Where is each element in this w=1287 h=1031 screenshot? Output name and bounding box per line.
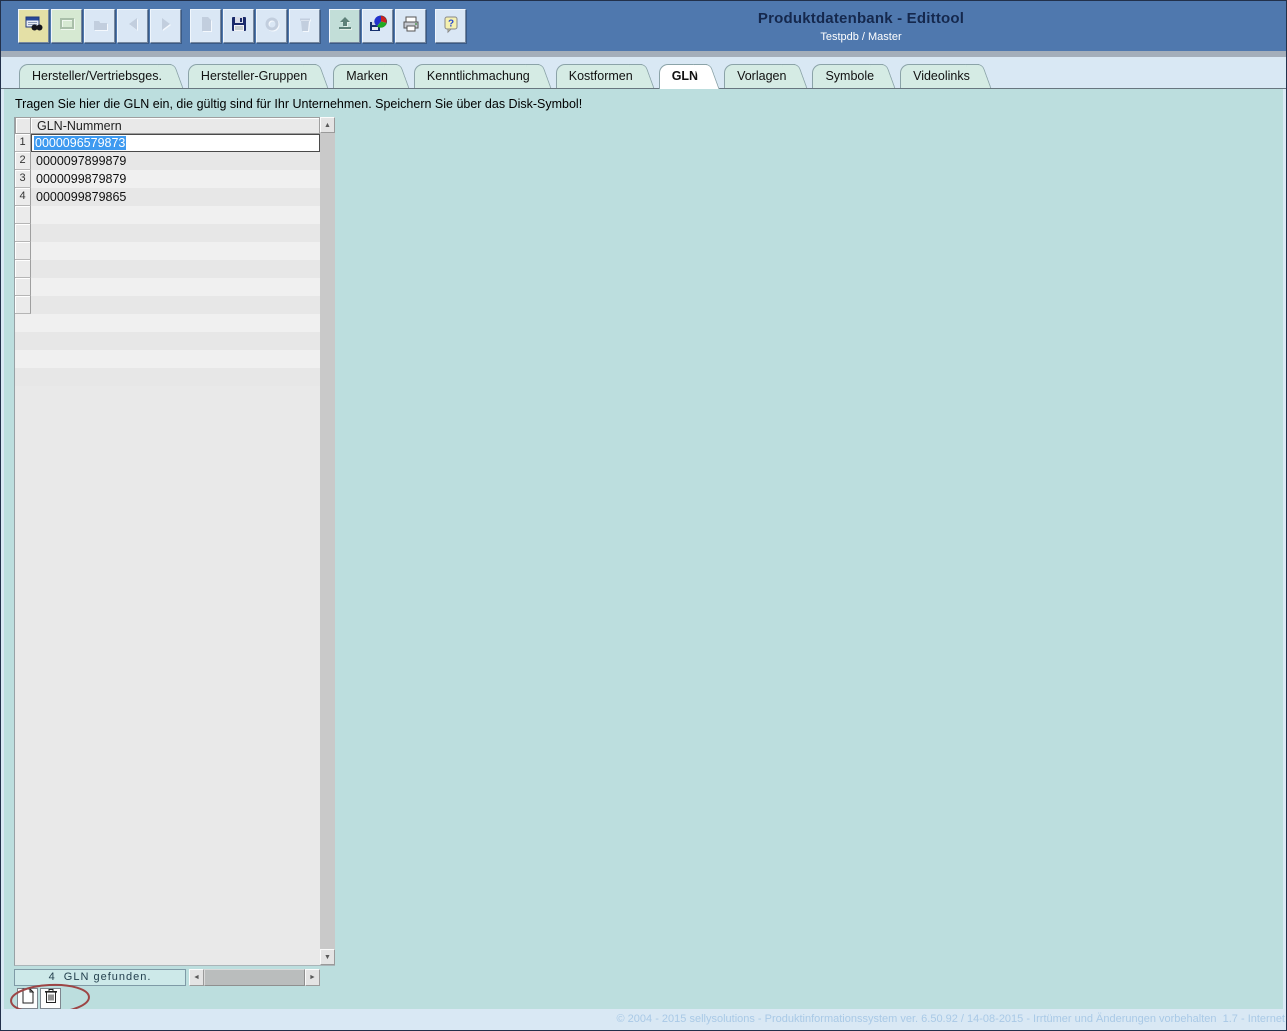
app-subtitle: Testpdb / Master xyxy=(621,31,1101,43)
search-window-icon xyxy=(24,14,44,39)
svg-text:?: ? xyxy=(447,18,453,29)
tab-bar: Hersteller/Vertriebsges. Hersteller-Grup… xyxy=(1,57,1286,89)
gln-cell[interactable]: 0000099879879 xyxy=(31,170,320,188)
empty-table-row[interactable] xyxy=(15,242,320,260)
save-colors-button[interactable] xyxy=(362,9,393,43)
add-row-button[interactable] xyxy=(17,988,38,1009)
tab-kostformen[interactable]: Kostformen xyxy=(556,64,642,88)
toolbar: ? xyxy=(18,9,468,43)
table-row[interactable]: 4 0000099879865 xyxy=(15,188,320,206)
table-row[interactable]: 1 0000096579873 xyxy=(15,134,320,152)
save-button[interactable] xyxy=(223,9,254,43)
scroll-down-button[interactable]: ▼ xyxy=(320,949,335,965)
new-document-icon xyxy=(196,14,216,39)
back-arrow-icon xyxy=(123,14,143,39)
row-number[interactable]: 1 xyxy=(15,134,31,152)
table-row[interactable]: 2 0000097899879 xyxy=(15,152,320,170)
vertical-scrollbar[interactable]: ▲ ▼ xyxy=(320,117,335,965)
help-icon: ? xyxy=(441,14,461,39)
tab-gln[interactable]: GLN xyxy=(659,64,707,89)
scroll-up-button[interactable]: ▲ xyxy=(320,117,335,133)
forward-arrow-icon xyxy=(156,14,176,39)
status-row: 4 GLN gefunden. ◄ ► xyxy=(14,969,320,986)
app-window: ? Produktdatenbank - Edittool Testpdb / … xyxy=(0,0,1287,1031)
tab-hersteller-gruppen[interactable]: Hersteller-Gruppen xyxy=(188,64,316,88)
help-button[interactable]: ? xyxy=(435,9,466,43)
delete-row-button[interactable] xyxy=(40,988,61,1009)
empty-table-row[interactable] xyxy=(15,224,320,242)
delete-button[interactable] xyxy=(289,9,320,43)
open-icon xyxy=(90,14,110,39)
export-icon xyxy=(335,14,355,39)
trash-icon xyxy=(295,14,315,39)
gln-cell[interactable]: 0000097899879 xyxy=(31,152,320,170)
main-content: Tragen Sie hier die GLN ein, die gültig … xyxy=(4,89,1283,1009)
new-form-button[interactable] xyxy=(51,9,82,43)
scroll-left-button[interactable]: ◄ xyxy=(189,969,204,986)
search-button[interactable] xyxy=(18,9,49,43)
status-text: 4 GLN gefunden. xyxy=(14,969,186,986)
new-form-icon xyxy=(57,14,77,39)
table-empty-area xyxy=(15,314,320,965)
open-button[interactable] xyxy=(84,9,115,43)
gln-cell[interactable]: 0000099879865 xyxy=(31,188,320,206)
selected-text: 0000096579873 xyxy=(34,136,126,150)
row-number[interactable]: 4 xyxy=(15,188,31,206)
scroll-thumb[interactable] xyxy=(204,969,305,986)
empty-table-row[interactable] xyxy=(15,206,320,224)
instruction-text: Tragen Sie hier die GLN ein, die gültig … xyxy=(4,89,1283,111)
export-button[interactable] xyxy=(329,9,360,43)
table-row[interactable]: 3 0000099879879 xyxy=(15,170,320,188)
title-bar: ? Produktdatenbank - Edittool Testpdb / … xyxy=(1,1,1286,51)
gln-table: GLN-Nummern 1 0000096579873 2 0000097899… xyxy=(14,117,335,966)
tab-vorlagen[interactable]: Vorlagen xyxy=(724,64,795,88)
tab-kenntlichmachung[interactable]: Kenntlichmachung xyxy=(414,64,539,88)
horizontal-scrollbar[interactable]: ◄ ► xyxy=(189,969,320,986)
trash-icon xyxy=(43,988,59,1009)
save-icon xyxy=(229,14,249,39)
column-header-gln[interactable]: GLN-Nummern xyxy=(31,117,320,134)
empty-table-row[interactable] xyxy=(15,260,320,278)
printer-icon xyxy=(401,14,421,39)
forward-button[interactable] xyxy=(150,9,181,43)
scroll-track[interactable] xyxy=(320,133,335,949)
scroll-right-button[interactable]: ► xyxy=(305,969,320,986)
new-document-button[interactable] xyxy=(190,9,221,43)
table-header-row: GLN-Nummern xyxy=(15,117,320,134)
save-colors-icon xyxy=(368,14,388,39)
gln-input-active[interactable]: 0000096579873 xyxy=(31,134,320,152)
new-page-icon xyxy=(20,988,36,1009)
undo-button[interactable] xyxy=(256,9,287,43)
empty-table-row[interactable] xyxy=(15,278,320,296)
footer-text: © 2004 - 2015 sellysolutions - Produktin… xyxy=(1,1009,1286,1030)
tab-videolinks[interactable]: Videolinks xyxy=(900,64,979,88)
tab-hersteller-vertriebsges[interactable]: Hersteller/Vertriebsges. xyxy=(19,64,171,88)
empty-table-row[interactable] xyxy=(15,296,320,314)
tab-symbole[interactable]: Symbole xyxy=(812,64,883,88)
row-number[interactable]: 3 xyxy=(15,170,31,188)
undo-icon xyxy=(262,14,282,39)
print-button[interactable] xyxy=(395,9,426,43)
row-number[interactable]: 2 xyxy=(15,152,31,170)
table-corner-cell xyxy=(15,117,31,134)
app-title: Produktdatenbank - Edittool xyxy=(621,10,1101,27)
tab-marken[interactable]: Marken xyxy=(333,64,397,88)
back-button[interactable] xyxy=(117,9,148,43)
